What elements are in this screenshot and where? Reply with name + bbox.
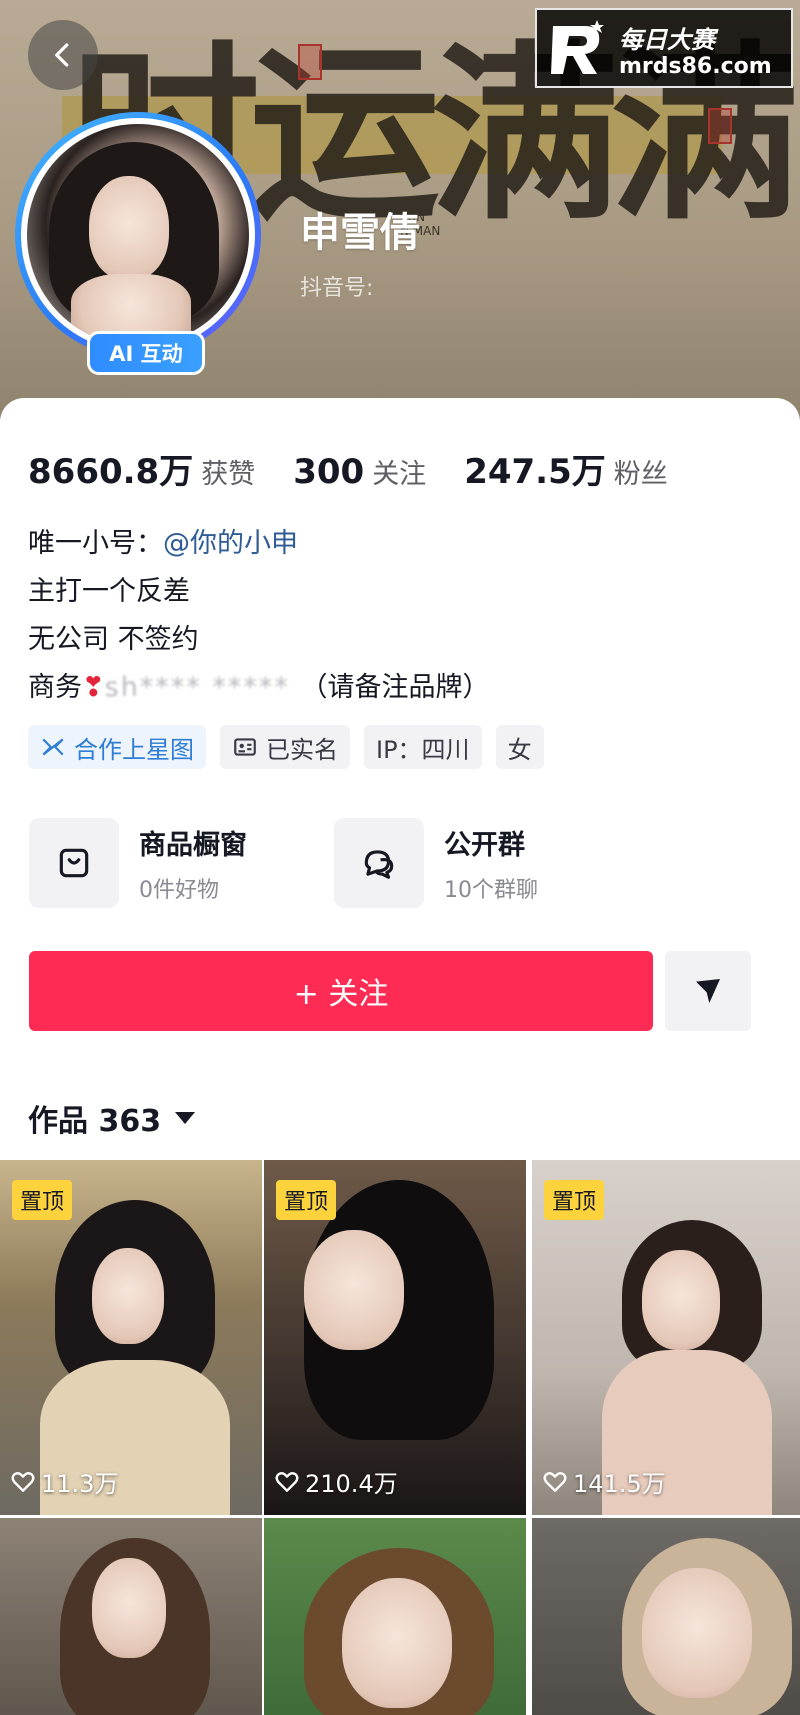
heart-outline-icon	[543, 1471, 567, 1492]
feature-subtitle: 0件好物	[139, 877, 219, 903]
banner-seal	[298, 44, 322, 80]
profile-bio: 唯一小号：@你的小申 主打一个反差 无公司 不签约 商务❣sh**** ****…	[28, 520, 489, 712]
watermark-line1: 每日大赛	[619, 26, 715, 54]
tag-ip-location: IP：四川	[364, 725, 482, 769]
shopping-bag-icon	[59, 848, 89, 878]
followers-label[interactable]: 粉丝	[614, 452, 668, 491]
video-tile[interactable]: 置顶 11.3万	[0, 1160, 262, 1515]
pinned-badge: 置顶	[544, 1180, 605, 1220]
send-arrow-icon	[696, 979, 720, 1003]
bio-line: 商务❣sh**** ***** （请备注品牌）	[28, 672, 490, 703]
watermark: 每日大赛 mrds86.com	[535, 8, 793, 88]
bio-line: 主打一个反差	[28, 576, 190, 607]
like-count: 141.5万	[542, 1464, 666, 1499]
pinned-badge: 置顶	[276, 1180, 337, 1220]
bio-line: 唯一小号：@你的小申	[28, 528, 298, 559]
following-label[interactable]: 关注	[372, 452, 426, 491]
mention-link[interactable]: @你的小申	[163, 528, 298, 559]
video-tile[interactable]: 置顶 141.5万	[532, 1160, 800, 1515]
xingtu-icon	[42, 738, 64, 756]
public-group-entry[interactable]: 公开群 10个群聊	[334, 818, 538, 908]
works-title: 作品 363	[28, 1104, 162, 1139]
like-count: 210.4万	[274, 1464, 398, 1499]
watermark-line2: mrds86.com	[619, 54, 772, 79]
ai-interaction-badge[interactable]: AI 互动	[87, 331, 205, 375]
tag-xingtu[interactable]: 合作上星图	[28, 725, 206, 769]
likes-label: 获赞	[201, 459, 256, 490]
follow-button[interactable]: + 关注	[29, 951, 653, 1031]
pinned-badge: 置顶	[12, 1180, 73, 1220]
avatar[interactable]	[15, 112, 261, 358]
feature-title: 商品橱窗	[139, 829, 247, 861]
tag-verified[interactable]: 已实名	[220, 725, 350, 769]
video-tile[interactable]	[0, 1518, 262, 1715]
bio-line: 无公司 不签约	[28, 624, 199, 655]
share-button[interactable]	[665, 951, 751, 1031]
like-count: 11.3万	[10, 1464, 118, 1499]
watermark-logo-icon	[551, 20, 604, 74]
video-tile[interactable]	[264, 1518, 526, 1715]
works-tab[interactable]: 作品 363	[28, 1096, 196, 1140]
tag-gender: 女	[495, 725, 544, 769]
video-tile[interactable]	[532, 1518, 800, 1715]
chevron-left-icon	[55, 43, 69, 67]
douyin-id: 抖音号:	[300, 276, 374, 301]
back-button[interactable]	[28, 20, 98, 90]
avatar-image	[27, 124, 249, 346]
id-card-icon	[234, 738, 256, 756]
banner-seal	[708, 108, 732, 144]
caret-down-icon	[175, 1112, 196, 1124]
video-tile[interactable]: 置顶 210.4万	[264, 1160, 526, 1515]
following-count[interactable]: 300	[293, 452, 364, 492]
feature-title: 公开群	[444, 829, 525, 861]
blurred-contact: sh**** *****	[104, 672, 301, 703]
profile-stats: 8660.8万 获赞 300 关注 247.5万 粉丝	[28, 444, 668, 493]
heart-outline-icon	[275, 1471, 299, 1492]
profile-nickname: 申雪倩	[300, 210, 420, 256]
heart-outline-icon	[11, 1471, 35, 1492]
group-chat-icon	[364, 850, 394, 879]
shop-window-entry[interactable]: 商品橱窗 0件好物	[29, 818, 247, 908]
feature-subtitle: 10个群聊	[444, 877, 538, 903]
profile-tags: 合作上星图 已实名 IP：四川 女	[28, 725, 544, 769]
likes-count: 8660.8万	[28, 452, 194, 492]
heart-icon: ❣	[82, 672, 105, 703]
followers-count[interactable]: 247.5万	[464, 444, 606, 493]
